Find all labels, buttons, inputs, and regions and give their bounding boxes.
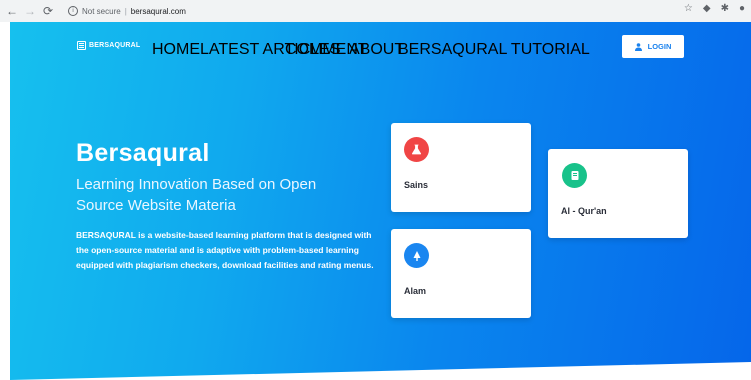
- brand-logo[interactable]: BERSAQURAL: [77, 41, 140, 50]
- flask-icon: [404, 137, 429, 162]
- nav-bersaqural-tutorial[interactable]: BERSAQURAL TUTORIAL: [398, 41, 590, 59]
- forward-icon[interactable]: →: [22, 3, 38, 19]
- reload-icon[interactable]: ⟳: [40, 3, 56, 19]
- bookmark-star-icon[interactable]: ☆: [684, 3, 693, 14]
- browser-actions: ☆ ◆ ✱ ●: [684, 3, 745, 14]
- card-label-alam: Alam: [404, 286, 427, 296]
- url-text[interactable]: bersaqural.com: [131, 7, 186, 16]
- nav-about[interactable]: ABOUT: [349, 41, 404, 59]
- puzzle-extension-icon[interactable]: ✱: [721, 3, 729, 14]
- nav-home[interactable]: HOME: [152, 41, 200, 59]
- profile-avatar-icon[interactable]: ●: [739, 3, 745, 14]
- brand-icon: [77, 41, 86, 50]
- security-status: Not secure: [82, 6, 121, 16]
- hero-bottom-wave: [10, 362, 751, 380]
- login-label: LOGIN: [647, 42, 672, 51]
- hero-title: Bersaqural: [76, 139, 210, 167]
- login-button[interactable]: LOGIN: [622, 35, 684, 58]
- hero-subtitle: Learning Innovation Based on Open Source…: [76, 176, 317, 214]
- category-card-alam[interactable]: Alam: [391, 229, 531, 318]
- category-card-sains[interactable]: Sains: [391, 123, 531, 212]
- card-label-al-quran: Al - Qur'an: [561, 206, 607, 216]
- book-icon: [562, 163, 587, 188]
- card-label-sains: Sains: [404, 180, 429, 190]
- info-icon[interactable]: i: [68, 6, 78, 16]
- category-card-al-quran[interactable]: Al - Qur'an: [548, 149, 688, 238]
- brand-name: BERSAQURAL: [89, 42, 141, 49]
- back-icon[interactable]: ←: [4, 3, 20, 19]
- user-icon: [634, 42, 642, 51]
- extension-icon[interactable]: ◆: [703, 3, 711, 14]
- address-separator: |: [124, 6, 127, 16]
- hero-section: BERSAQURAL HOME LATEST ARTICLES COMMENT …: [10, 22, 751, 380]
- address-bar[interactable]: i Not secure | bersaqural.com: [68, 3, 668, 19]
- browser-toolbar: ← → ⟳ i Not secure | bersaqural.com ☆ ◆ …: [0, 0, 751, 22]
- hero-description: BERSAQURAL is a website-based learning p…: [76, 230, 374, 270]
- tree-icon: [404, 243, 429, 268]
